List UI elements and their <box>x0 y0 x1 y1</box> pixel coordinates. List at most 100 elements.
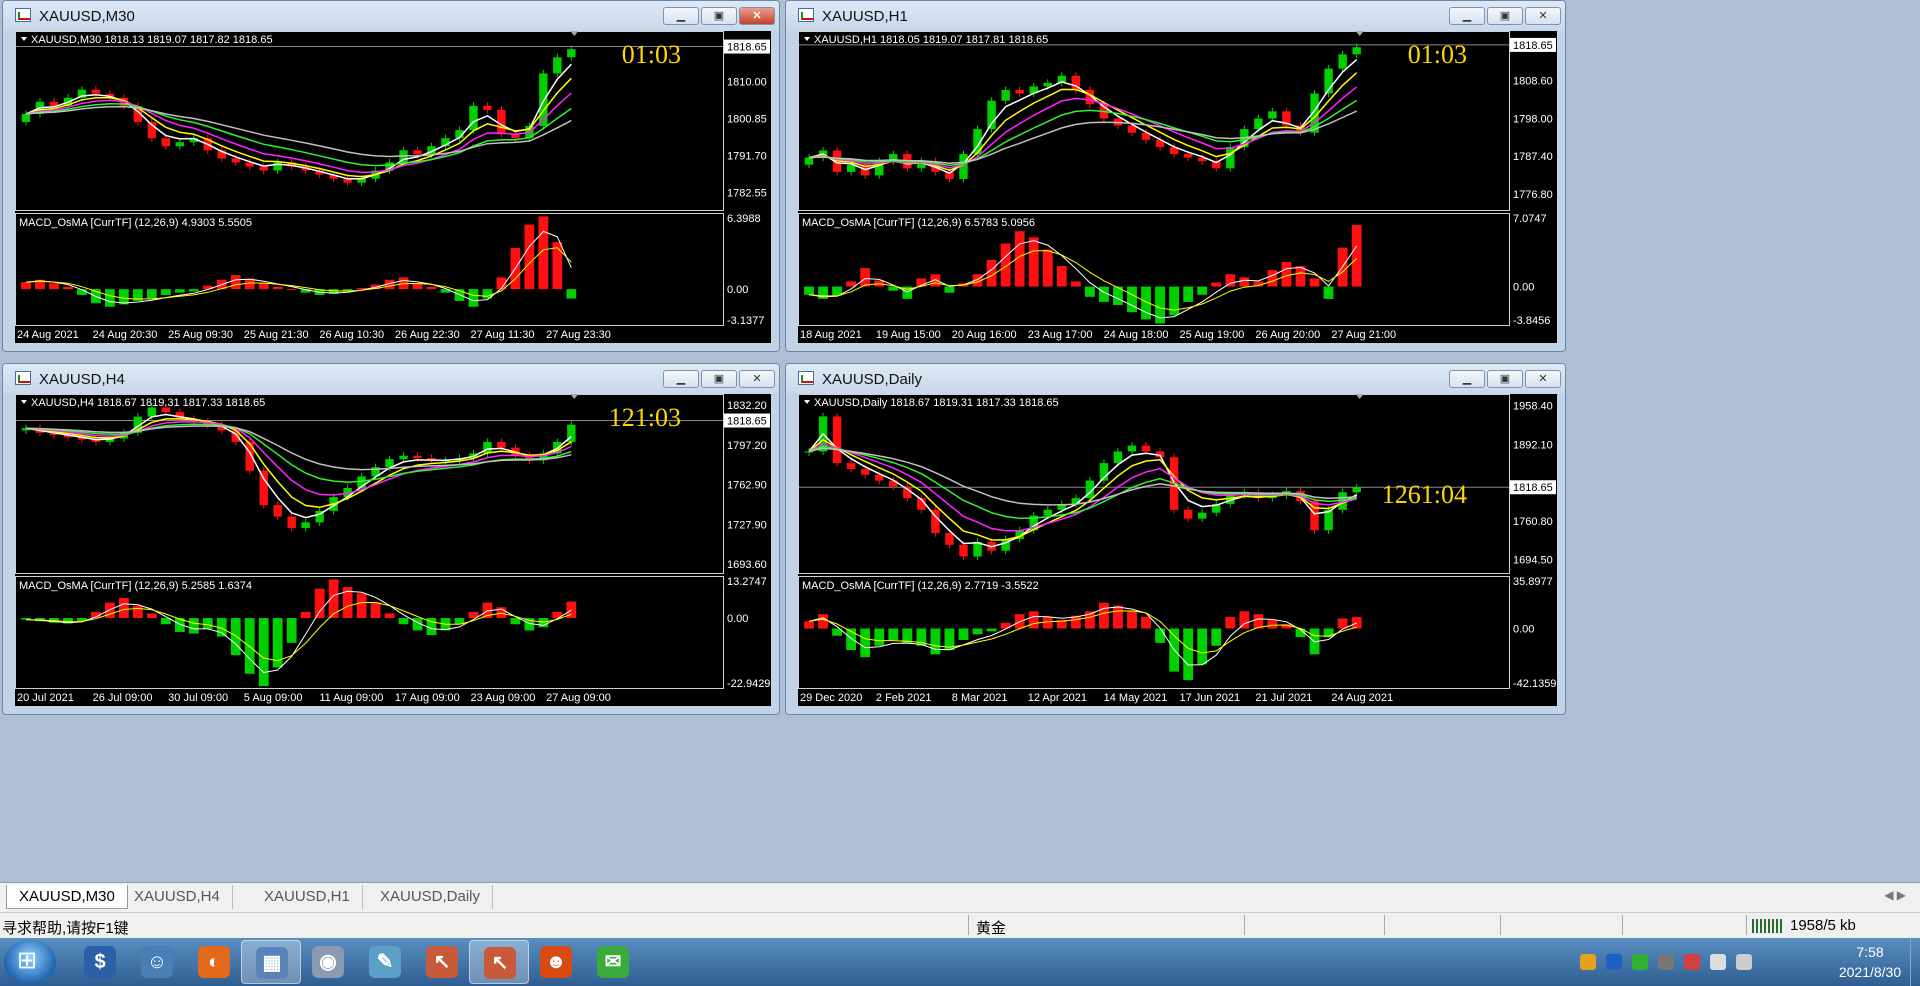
chart-canvas[interactable]: XAUUSD,H4 1818.67 1819.31 1817.33 1818.6… <box>15 394 771 706</box>
taskbar-app-button[interactable]: ◉ <box>298 940 358 984</box>
macd-bar <box>958 628 969 641</box>
window-titlebar[interactable]: XAUUSD,Daily ▁ ▣ ✕ <box>786 364 1565 394</box>
taskbar-app-button[interactable]: $ <box>70 940 130 984</box>
candle-body <box>804 157 814 165</box>
macd-bar <box>132 605 143 619</box>
chart-canvas[interactable]: XAUUSD,Daily 1818.67 1819.31 1817.33 181… <box>798 394 1557 706</box>
chart-window-daily[interactable]: XAUUSD,Daily ▁ ▣ ✕ XAUUSD,Daily 1818.67 … <box>785 363 1566 715</box>
time-tick: 24 Aug 20:30 <box>93 329 158 341</box>
show-desktop-button[interactable] <box>1910 938 1920 986</box>
taskbar-app-button[interactable]: ✎ <box>355 940 415 984</box>
taskbar-app-button[interactable]: ↖ <box>469 940 529 984</box>
price-tick: 1810.00 <box>727 77 767 89</box>
macd-bar <box>1225 274 1236 287</box>
chart-window-h4[interactable]: XAUUSD,H4 ▁ ▣ ✕ XAUUSD,H4 1818.67 1819.3… <box>2 363 780 715</box>
chart-info-label: XAUUSD,M30 1818.13 1819.07 1817.82 1818.… <box>31 34 273 46</box>
price-tick: 1832.20 <box>727 400 767 412</box>
tab-xauusd-m30[interactable]: XAUUSD,M30 <box>6 885 128 909</box>
close-button[interactable]: ✕ <box>739 7 775 25</box>
close-button[interactable]: ✕ <box>739 370 775 388</box>
window-titlebar[interactable]: XAUUSD,H4 ▁ ▣ ✕ <box>3 364 779 394</box>
taskbar-app-button[interactable]: ✉ <box>583 940 643 984</box>
macd-signal-line <box>808 250 1358 311</box>
maximize-button[interactable]: ▣ <box>1487 7 1523 25</box>
time-tick: 18 Aug 2021 <box>800 329 862 341</box>
minimize-button[interactable]: ▁ <box>1449 370 1485 388</box>
tab-scroll-arrows[interactable]: ◀ ▶ <box>1884 888 1906 902</box>
chart-canvas[interactable]: XAUUSD,M30 1818.13 1819.07 1817.82 1818.… <box>15 31 771 343</box>
macd-bar <box>1084 286 1095 297</box>
taskbar-app-button[interactable]: ☻ <box>526 940 586 984</box>
tab-xauusd-h4[interactable]: XAUUSD,H4 <box>122 885 233 909</box>
minimize-button[interactable]: ▁ <box>663 7 699 25</box>
window-titlebar[interactable]: XAUUSD,H1 ▁ ▣ ✕ <box>786 1 1565 31</box>
price-tick: 1958.40 <box>1513 401 1553 413</box>
connection-bars-icon <box>1752 919 1782 933</box>
macd-bar <box>1070 281 1081 287</box>
macd-bar <box>398 618 409 625</box>
taskbar-clock[interactable]: 7:58 2021/8/30 <box>1830 942 1910 982</box>
price-tick: 1808.60 <box>1513 76 1553 88</box>
macd-bar <box>286 618 297 643</box>
start-button[interactable] <box>4 940 56 984</box>
maximize-button[interactable]: ▣ <box>701 7 737 25</box>
mdi-workspace: XAUUSD,M30 ▁ ▣ ✕ XAUUSD,M30 1818.13 1819… <box>0 0 1920 882</box>
close-button[interactable]: ✕ <box>1525 7 1561 25</box>
tray-app-icon[interactable] <box>1580 954 1596 970</box>
macd-tick: -3.1377 <box>727 315 764 327</box>
window-title: XAUUSD,H1 <box>822 8 908 25</box>
maximize-button[interactable]: ▣ <box>1487 370 1523 388</box>
chart-window-m30[interactable]: XAUUSD,M30 ▁ ▣ ✕ XAUUSD,M30 1818.13 1819… <box>2 0 780 352</box>
maximize-button[interactable]: ▣ <box>701 370 737 388</box>
window-titlebar[interactable]: XAUUSD,M30 ▁ ▣ ✕ <box>3 1 779 31</box>
time-tick: 26 Aug 10:30 <box>319 329 384 341</box>
candle-body <box>1197 512 1207 519</box>
time-tick: 27 Aug 09:00 <box>546 692 611 704</box>
chart-info-label: XAUUSD,H4 1818.67 1819.31 1817.33 1818.6… <box>31 397 265 409</box>
minimize-button[interactable]: ▁ <box>663 370 699 388</box>
tab-xauusd-h1[interactable]: XAUUSD,H1 <box>252 885 363 909</box>
candle-body <box>1015 89 1024 94</box>
time-tick: 25 Aug 21:30 <box>244 329 309 341</box>
taskbar-app-button[interactable]: ↖ <box>412 940 472 984</box>
taskbar-app-button[interactable]: ◐ <box>184 940 244 984</box>
taskbar: $ ☺ ◐ ▦ ◉ ✎ ↖ ↖ ☻ ✉ 7:58 2021/8/30 <box>0 938 1920 986</box>
time-tick: 25 Aug 19:00 <box>1180 329 1245 341</box>
taskbar-app-button[interactable]: ▦ <box>241 940 301 984</box>
wechat-tray-icon[interactable] <box>1632 954 1648 970</box>
status-symbol: 黄金 <box>976 920 1007 937</box>
macd-bar <box>930 628 941 655</box>
macd-bar <box>468 289 479 307</box>
macd-bar <box>1169 286 1180 316</box>
candle-body <box>259 470 268 506</box>
macd-bar <box>804 621 814 629</box>
macd-bar <box>314 588 325 619</box>
chart-window-h1[interactable]: XAUUSD,H1 ▁ ▣ ✕ XAUUSD,H1 1818.05 1819.0… <box>785 0 1566 352</box>
tab-xauusd-daily[interactable]: XAUUSD,Daily <box>368 885 494 909</box>
candle-body <box>399 455 408 460</box>
volume-icon[interactable] <box>1710 954 1726 970</box>
time-tick: 14 May 2021 <box>1104 692 1168 704</box>
candle-body <box>1043 509 1052 516</box>
minimize-button[interactable]: ▁ <box>1449 7 1485 25</box>
network-icon[interactable] <box>1658 954 1674 970</box>
bar-countdown: 01:03 <box>1408 40 1467 69</box>
macd-bar <box>146 613 157 619</box>
macd-bar <box>188 289 199 292</box>
shield-icon[interactable] <box>1606 954 1622 970</box>
notepad-app-icon: ✎ <box>369 946 401 978</box>
close-button[interactable]: ✕ <box>1525 370 1561 388</box>
notification-icon[interactable] <box>1684 954 1700 970</box>
chart-info-label: XAUUSD,H1 1818.05 1819.07 1817.81 1818.6… <box>814 34 1048 46</box>
candle-body <box>231 158 240 163</box>
macd-bar <box>1197 628 1208 665</box>
price-tick: 1693.60 <box>727 559 767 571</box>
chart-canvas[interactable]: XAUUSD,H1 1818.05 1819.07 1817.81 1818.6… <box>798 31 1557 343</box>
signal-icon[interactable] <box>1736 954 1752 970</box>
macd-bar <box>986 628 997 632</box>
taskbar-app-button[interactable]: ☺ <box>127 940 187 984</box>
macd-bar <box>188 618 199 634</box>
price-tick: 1762.90 <box>727 480 767 492</box>
macd-bar <box>1351 617 1362 629</box>
time-tick: 30 Jul 09:00 <box>168 692 228 704</box>
